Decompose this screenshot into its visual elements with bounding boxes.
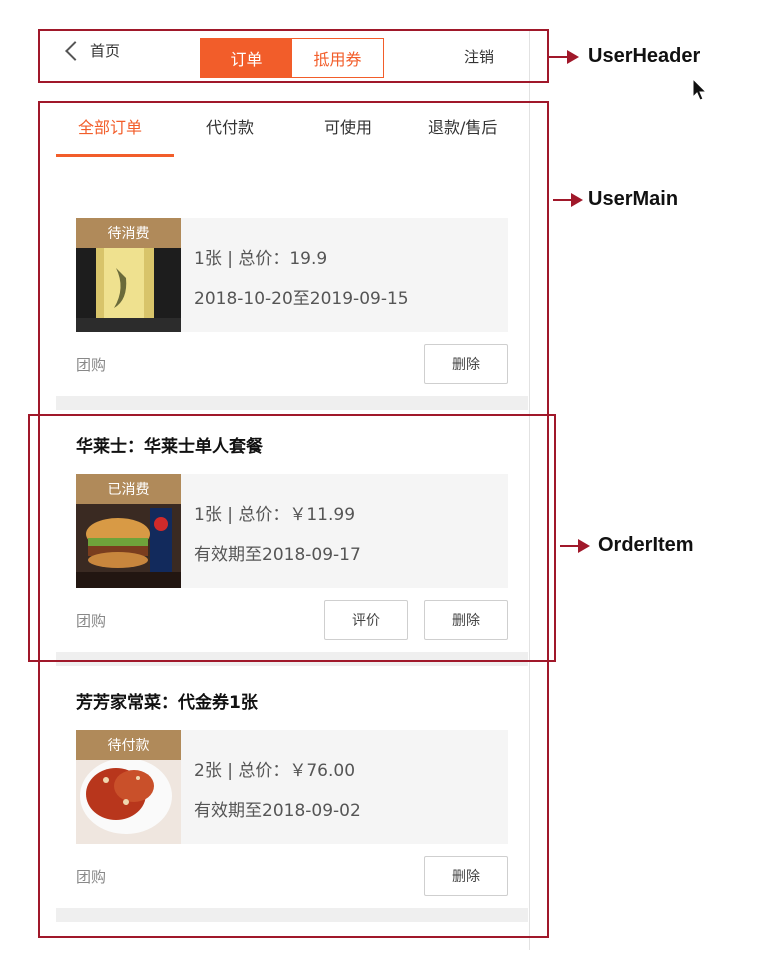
- order-item-annotation-label: OrderItem: [598, 534, 694, 556]
- order-item-arrow-icon: [560, 539, 590, 553]
- user-main-arrow-icon: [553, 193, 583, 207]
- user-header-arrow-icon: [549, 50, 579, 64]
- mouse-cursor-icon: [692, 78, 708, 101]
- user-header-annotation-label: UserHeader: [588, 45, 701, 67]
- order-item-annotation-box: [28, 414, 556, 662]
- user-main-annotation-label: UserMain: [588, 188, 679, 210]
- user-header-annotation-box: [38, 29, 549, 83]
